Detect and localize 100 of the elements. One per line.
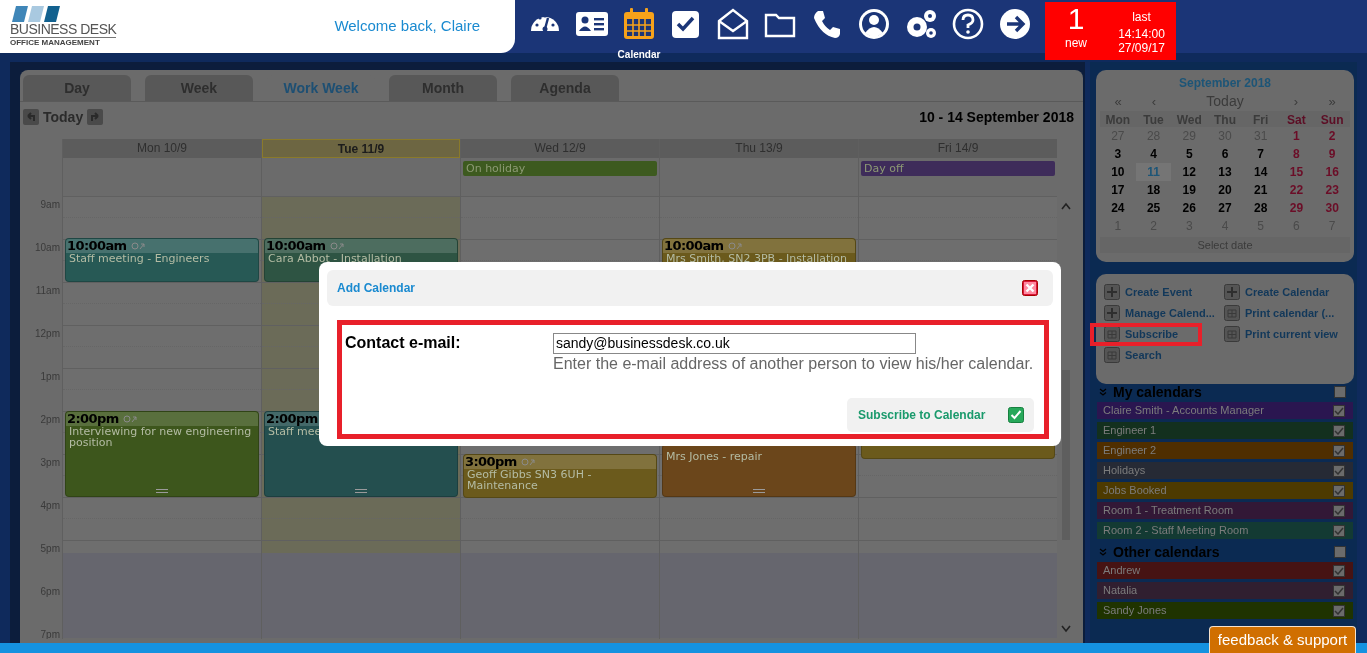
- calendar-list-item[interactable]: Room 1 - Treatment Room: [1097, 502, 1353, 519]
- action-link[interactable]: Print calendar (...: [1245, 304, 1335, 322]
- month-nav-button[interactable]: ›: [1278, 91, 1314, 112]
- notification-panel[interactable]: 1 new last 14:14:00 27/09/17: [1045, 2, 1176, 60]
- action-link[interactable]: Print current view: [1245, 325, 1338, 343]
- logo-bars-icon: [12, 5, 60, 22]
- event-card[interactable]: 3:00pm Geoff Gibbs SN3 6UH - Maintenance: [463, 454, 657, 498]
- date-cell[interactable]: 10: [1100, 163, 1136, 181]
- event-time: 10:00am: [67, 239, 127, 253]
- calendar-name: Natalia: [1103, 583, 1138, 599]
- date-cell[interactable]: 12: [1171, 163, 1208, 181]
- user-icon: [857, 7, 891, 41]
- feedback-button[interactable]: feedback & support: [1209, 626, 1356, 653]
- checkbox[interactable]: [1333, 424, 1345, 437]
- date-cell[interactable]: 15: [1278, 163, 1315, 181]
- action-link[interactable]: Manage Calend...: [1125, 304, 1215, 322]
- date-cell[interactable]: 16: [1314, 163, 1350, 181]
- month-nav-button[interactable]: «: [1100, 91, 1136, 112]
- date-cell[interactable]: 29: [1278, 199, 1315, 217]
- all-day-event[interactable]: Day off: [861, 161, 1055, 176]
- check-icon: [1334, 406, 1344, 415]
- checkbox[interactable]: [1333, 564, 1345, 577]
- last-label: last: [1132, 9, 1151, 25]
- date-cell[interactable]: 4: [1135, 145, 1172, 163]
- date-cell[interactable]: 21: [1242, 181, 1279, 199]
- calendar-list-item[interactable]: Sandy Jones: [1097, 602, 1353, 619]
- checkbox[interactable]: [1333, 504, 1345, 517]
- date-cell[interactable]: 9: [1314, 145, 1350, 163]
- subscribe-button[interactable]: Subscribe to Calendar: [847, 398, 1034, 432]
- date-cell[interactable]: 27: [1207, 199, 1243, 217]
- check-icon: [1334, 566, 1344, 575]
- email-field[interactable]: sandy@businessdesk.co.uk: [553, 333, 916, 354]
- date-cell[interactable]: 8: [1278, 145, 1315, 163]
- date-cell[interactable]: 23: [1314, 181, 1350, 199]
- calendar-list-item[interactable]: Natalia: [1097, 582, 1353, 599]
- welcome-text: Welcome back, Claire: [334, 16, 480, 37]
- checkbox[interactable]: [1333, 404, 1345, 417]
- event-title: Staff meeting - Engineers: [68, 253, 211, 264]
- calendar-name: Holidays: [1103, 463, 1146, 479]
- scroll-down-icon: [1060, 625, 1071, 633]
- all-day-event[interactable]: On holiday: [463, 161, 657, 176]
- calendar-name: Room 2 - Staff Meeting Room: [1103, 523, 1249, 539]
- month-nav-button[interactable]: »: [1314, 91, 1350, 112]
- date-cell[interactable]: 13: [1207, 163, 1243, 181]
- check-icon: [1334, 446, 1344, 455]
- event-card[interactable]: 2:00pm Interviewing for new engineering position: [65, 411, 259, 497]
- event-title: Mrs Smith, SN2 3PB - Installation: [665, 253, 849, 264]
- checkbox[interactable]: [1334, 386, 1346, 398]
- event-title: Cara Abbot - Installation: [267, 253, 403, 264]
- calendar-list-item[interactable]: Engineer 1: [1097, 422, 1353, 439]
- scrollbar-thumb[interactable]: [1061, 370, 1070, 540]
- date-cell[interactable]: 6: [1207, 145, 1243, 163]
- checkbox[interactable]: [1333, 584, 1345, 597]
- action-link[interactable]: Create Event: [1125, 283, 1193, 301]
- date-cell[interactable]: 22: [1278, 181, 1315, 199]
- date-cell[interactable]: 18: [1135, 181, 1172, 199]
- date-cell[interactable]: 19: [1171, 181, 1208, 199]
- date-cell[interactable]: 28: [1242, 199, 1279, 217]
- checkbox[interactable]: [1334, 546, 1346, 558]
- checkbox[interactable]: [1333, 444, 1345, 457]
- reminder-icon: [727, 242, 742, 250]
- today-button[interactable]: Today: [43, 106, 84, 128]
- close-button[interactable]: [1022, 280, 1038, 296]
- event-title: Interviewing for new engineering position: [69, 426, 253, 448]
- calendar-list-item[interactable]: Room 2 - Staff Meeting Room: [1097, 522, 1353, 539]
- action-link[interactable]: Create Calendar: [1245, 283, 1330, 301]
- calendar-list-item[interactable]: Andrew: [1097, 562, 1353, 579]
- event-card[interactable]: 10:00am Staff meeting - Engineers: [65, 238, 259, 282]
- date-cell[interactable]: 25: [1135, 199, 1172, 217]
- date-cell[interactable]: 26: [1171, 199, 1208, 217]
- event-time: 10:00am: [664, 239, 724, 253]
- date-cell[interactable]: 7: [1242, 145, 1279, 163]
- plus-icon: [1224, 284, 1240, 300]
- date-cell[interactable]: 14: [1242, 163, 1279, 181]
- group-title: My calendars: [1113, 382, 1202, 402]
- date-cell[interactable]: 1: [1278, 127, 1315, 145]
- checkbox[interactable]: [1333, 464, 1345, 477]
- field-hint: Enter the e-mail address of another person to view his/her calendar.: [553, 354, 1034, 374]
- calendar-list-item[interactable]: Engineer 2: [1097, 442, 1353, 459]
- date-cell[interactable]: 20: [1207, 181, 1243, 199]
- date-cell[interactable]: 2: [1314, 127, 1350, 145]
- logo-tagline: OFFICE MANAGEMENT: [10, 37, 101, 48]
- action-link[interactable]: Search: [1125, 346, 1162, 364]
- calendar-list-item[interactable]: Jobs Booked: [1097, 482, 1353, 499]
- date-cell[interactable]: 11: [1135, 163, 1172, 181]
- event-card[interactable]: Mrs Jones - repair: [662, 444, 856, 497]
- date-cell[interactable]: 17: [1100, 181, 1136, 199]
- checkbox[interactable]: [1333, 524, 1345, 537]
- plus-icon: [1104, 305, 1120, 321]
- action-link[interactable]: Subscribe: [1125, 325, 1179, 343]
- checkbox[interactable]: [1333, 604, 1345, 617]
- month-nav-button[interactable]: ‹: [1136, 91, 1172, 112]
- date-cell[interactable]: 3: [1100, 145, 1136, 163]
- checkbox[interactable]: [1333, 484, 1345, 497]
- calendar-name: Andrew: [1103, 563, 1141, 579]
- calendar-list-item[interactable]: Holidays: [1097, 462, 1353, 479]
- date-cell[interactable]: 24: [1100, 199, 1136, 217]
- date-cell[interactable]: 5: [1171, 145, 1208, 163]
- date-cell[interactable]: 30: [1314, 199, 1350, 217]
- calendar-list-item[interactable]: Claire Smith - Accounts Manager: [1097, 402, 1353, 419]
